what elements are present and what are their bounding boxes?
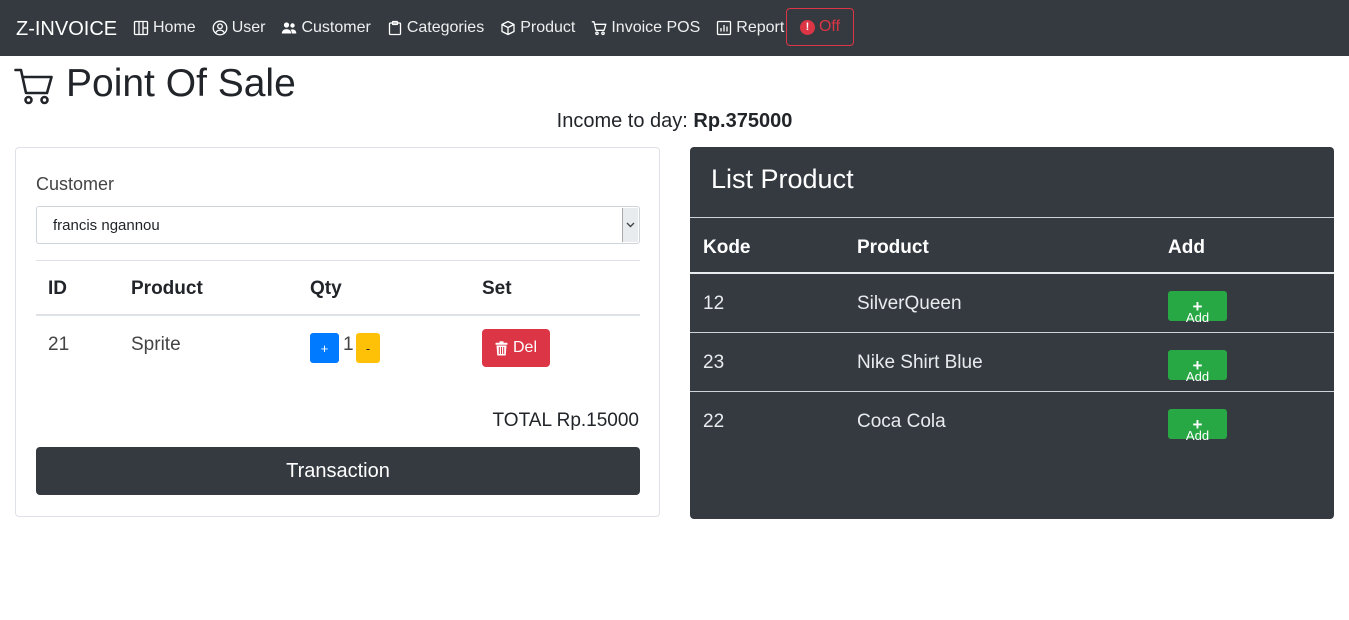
col-id: ID xyxy=(48,278,67,299)
nav-user-label: User xyxy=(231,19,266,36)
nav-categories[interactable]: Categories xyxy=(387,18,484,38)
cart-icon xyxy=(592,21,607,36)
col-kode: Kode xyxy=(703,237,751,258)
cart-item-product: Sprite xyxy=(131,334,181,355)
delete-item-button[interactable]: Del xyxy=(482,329,550,367)
product-name: SilverQueen xyxy=(857,293,962,314)
customer-select[interactable]: francis ngannou xyxy=(36,206,640,244)
cart-icon xyxy=(14,68,53,105)
customer-label: Customer xyxy=(36,174,115,194)
add-product-button[interactable]: + Add xyxy=(1168,409,1227,443)
nav-product[interactable]: Product xyxy=(500,18,575,38)
qty-value: 1 xyxy=(343,334,354,355)
cart-item-id: 21 xyxy=(48,334,70,355)
trash-icon xyxy=(495,340,508,355)
nav-report[interactable]: Report xyxy=(716,18,784,38)
add-label: Add xyxy=(1185,369,1210,384)
chevron-down-icon xyxy=(622,208,638,242)
add-label: Add xyxy=(1185,428,1210,443)
alert-icon: ! xyxy=(799,19,815,35)
clipboard-icon xyxy=(388,20,401,36)
nav-invoice-pos[interactable]: Invoice POS xyxy=(591,18,700,38)
page-title-text: Point Of Sale xyxy=(66,62,296,105)
nav-report-label: Report xyxy=(736,19,785,36)
product-table: Kode Product Add 12 SilverQueen + Add 23… xyxy=(690,217,1334,451)
top-navbar: Z-INVOICE Home User Customer Categories … xyxy=(0,0,1349,56)
cart-card: Customer francis ngannou ID Product Qty … xyxy=(15,147,660,517)
table-row: 21 Sprite + 1 - Del xyxy=(36,316,640,380)
product-kode: 23 xyxy=(703,352,725,373)
users-icon xyxy=(282,22,297,34)
income-value: Rp.375000 xyxy=(693,110,793,132)
table-row: 12 SilverQueen + Add xyxy=(690,274,1334,333)
nav-customer[interactable]: Customer xyxy=(281,18,371,38)
box-icon xyxy=(501,20,515,36)
off-label: Off xyxy=(818,18,841,35)
brand-logo[interactable]: Z-INVOICE xyxy=(16,17,117,41)
nav-user[interactable]: User xyxy=(212,18,266,38)
product-kode: 22 xyxy=(703,411,725,432)
nav-home-label: Home xyxy=(153,19,196,36)
add-label: Add xyxy=(1185,310,1210,325)
customer-selected-value: francis ngannou xyxy=(53,217,160,234)
table-row: 23 Nike Shirt Blue + Add xyxy=(690,333,1334,392)
delete-label: Del xyxy=(512,339,537,356)
add-product-button[interactable]: + Add xyxy=(1168,291,1227,325)
transaction-button[interactable]: Transaction xyxy=(36,447,640,495)
add-product-button[interactable]: + Add xyxy=(1168,350,1227,384)
income-label: Income to day: xyxy=(556,110,688,132)
col-product: Product xyxy=(131,278,203,299)
col-qty: Qty xyxy=(310,278,342,299)
cart-table-header: ID Product Qty Set xyxy=(36,261,640,316)
col-add: Add xyxy=(1168,237,1205,258)
nav-product-label: Product xyxy=(520,19,576,36)
product-list-title: List Product xyxy=(711,164,854,194)
income-today: Income to day: Rp.375000 xyxy=(0,109,1349,133)
qty-decrease-button[interactable]: - xyxy=(356,333,380,363)
col-product: Product xyxy=(857,237,929,258)
bar-chart-icon xyxy=(717,20,732,36)
product-name: Coca Cola xyxy=(857,411,946,432)
cart-total: TOTAL Rp.15000 xyxy=(492,410,639,431)
nav-categories-label: Categories xyxy=(406,19,485,36)
product-name: Nike Shirt Blue xyxy=(857,352,983,373)
nav-menu: Home User Customer Categories Product In… xyxy=(133,0,784,56)
product-kode: 12 xyxy=(703,293,725,314)
product-list-card: List Product Kode Product Add 12 SilverQ… xyxy=(690,147,1334,519)
col-set: Set xyxy=(482,278,512,299)
columns-icon xyxy=(133,20,149,36)
nav-customer-label: Customer xyxy=(301,19,371,36)
nav-home[interactable]: Home xyxy=(133,18,196,38)
user-circle-icon xyxy=(212,20,228,36)
product-table-header: Kode Product Add xyxy=(690,217,1334,274)
nav-invoice-pos-label: Invoice POS xyxy=(611,19,701,36)
page-title: Point Of Sale xyxy=(14,62,296,106)
table-row: 22 Coca Cola + Add xyxy=(690,392,1334,451)
qty-increase-button[interactable]: + xyxy=(310,333,339,363)
off-button[interactable]: ! Off xyxy=(786,8,854,46)
